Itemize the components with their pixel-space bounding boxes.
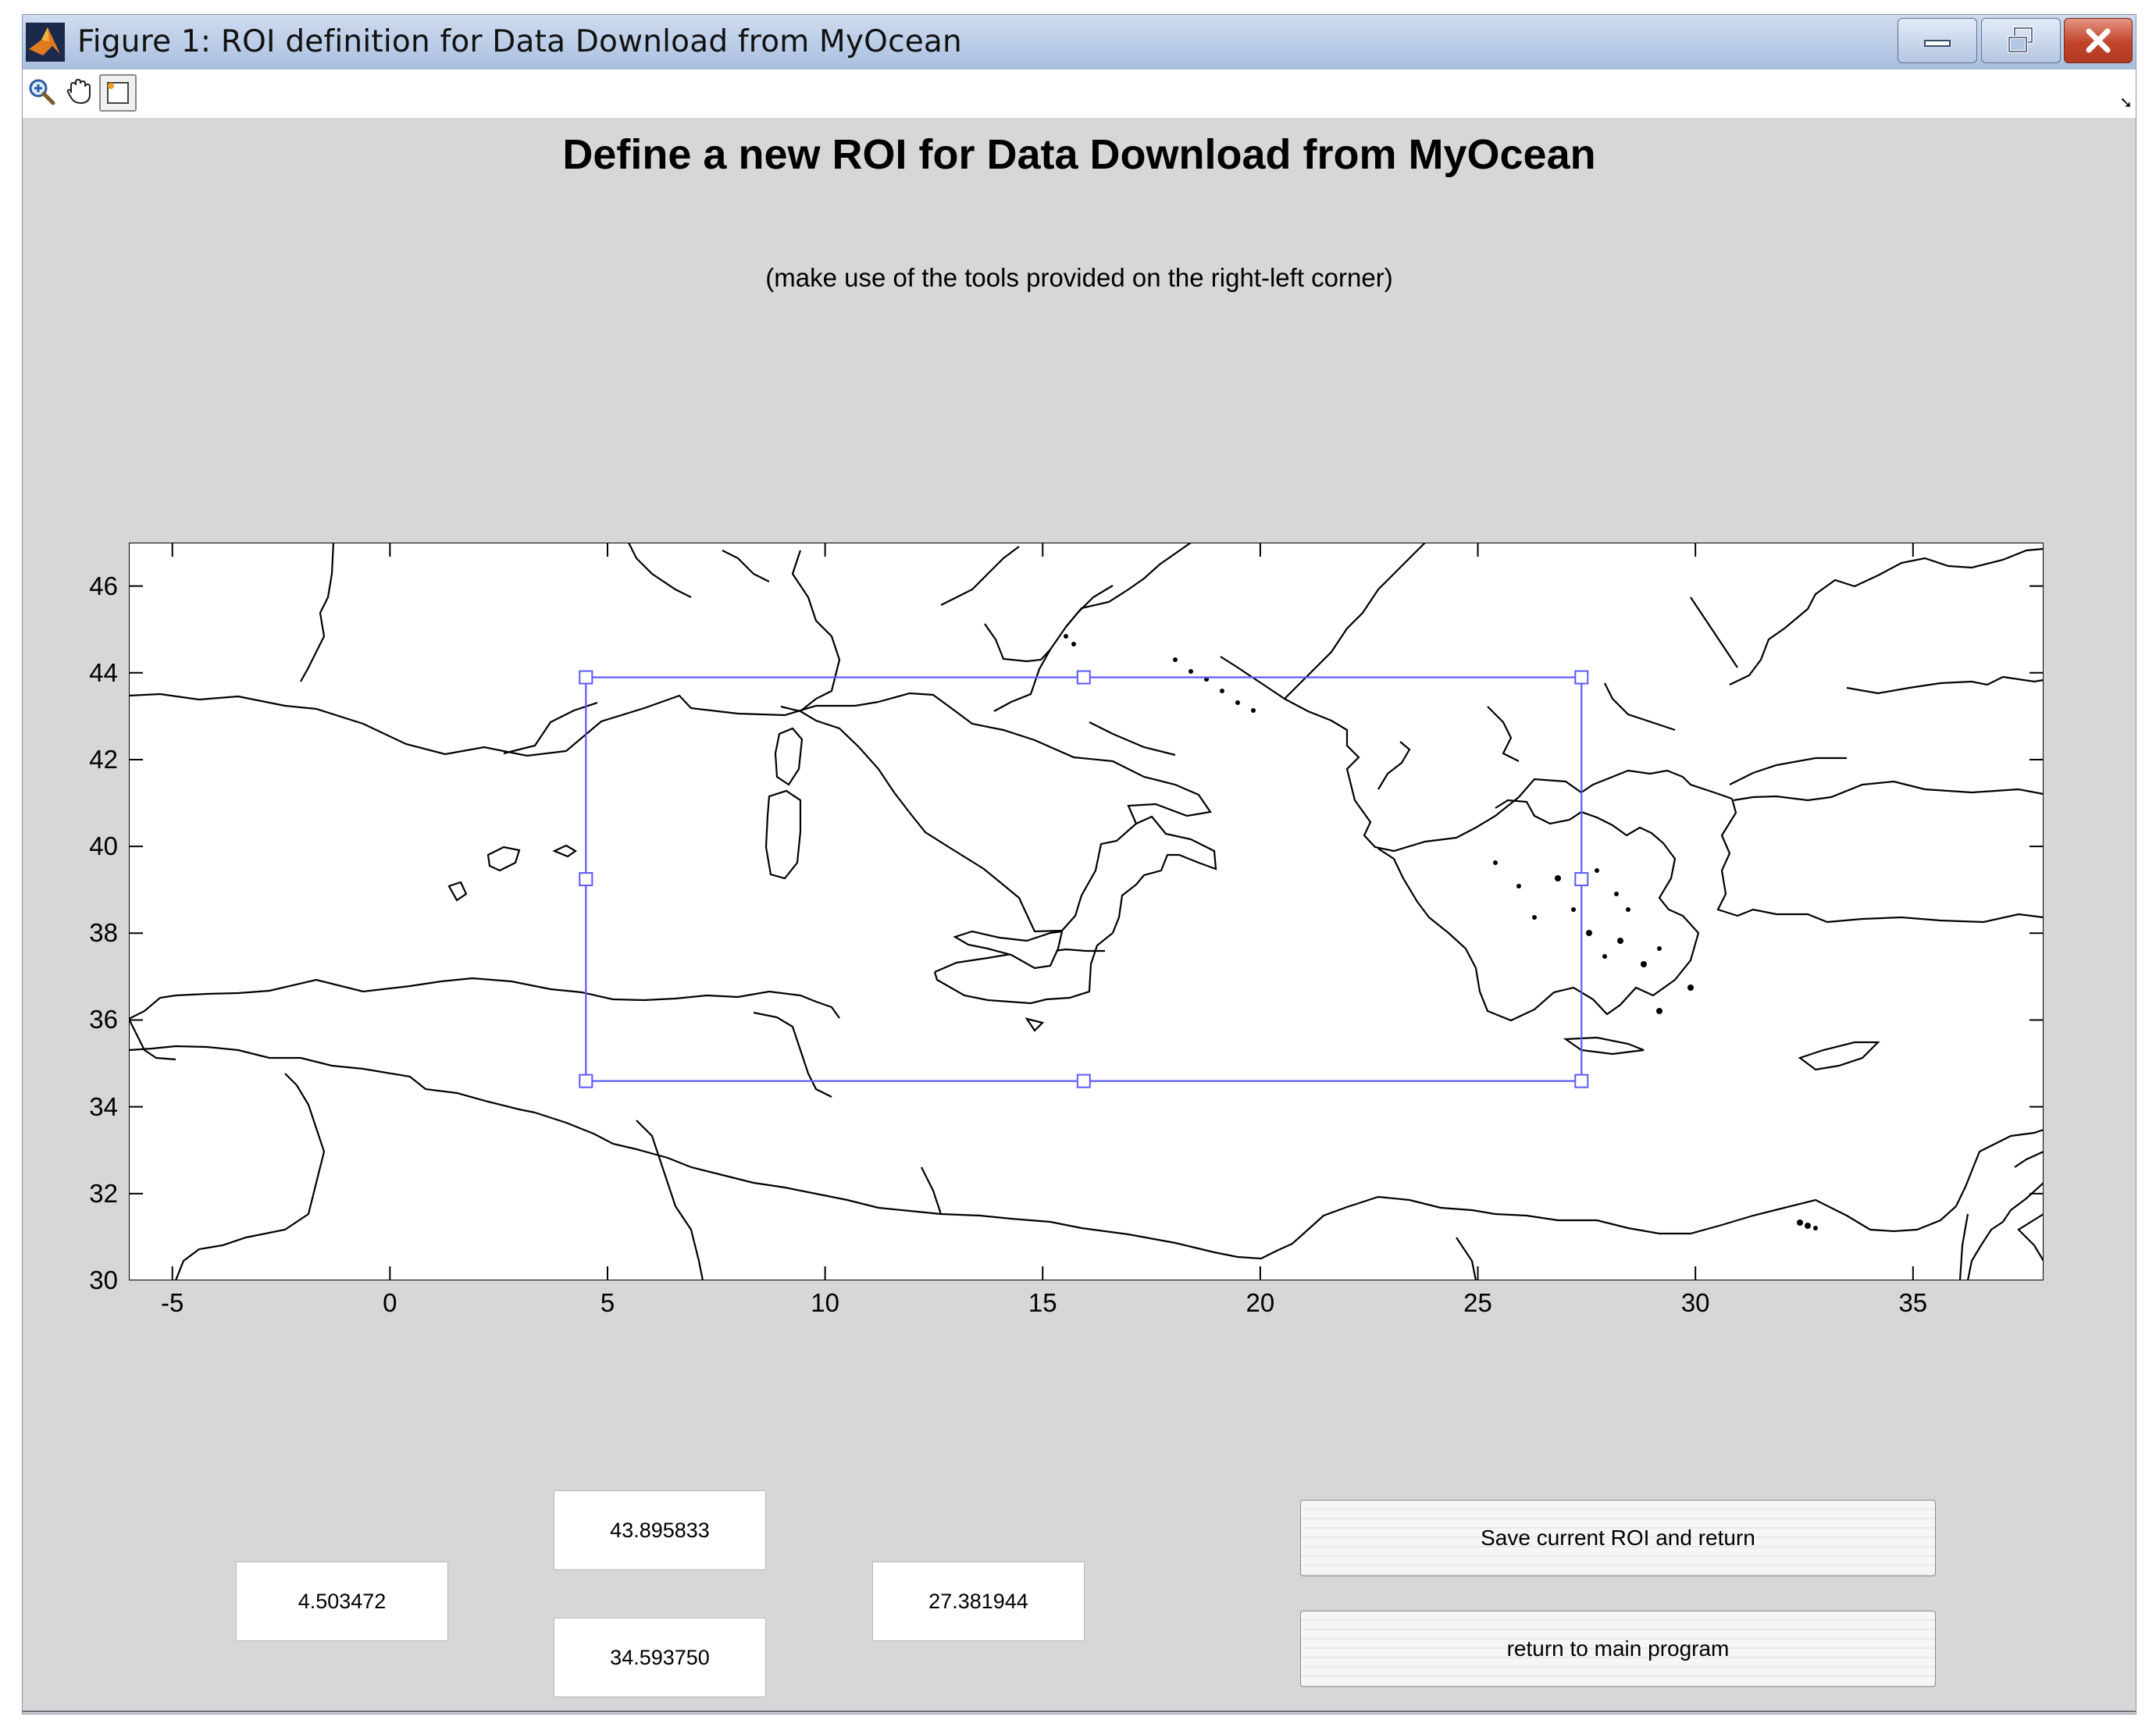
roi-resize-handle[interactable] (1574, 670, 1589, 685)
restore-button[interactable] (1981, 18, 2061, 63)
window-bottom-edge (23, 1711, 2136, 1712)
x-tick-label: 10 (811, 1288, 839, 1317)
y-tick-label: 32 (89, 1178, 118, 1208)
roi-east-field[interactable]: 27.381944 (872, 1561, 1085, 1641)
close-button[interactable] (2064, 18, 2133, 63)
roi-west-field[interactable]: 4.503472 (236, 1561, 448, 1641)
y-tick-label: 38 (89, 918, 118, 948)
x-tick-label: 30 (1680, 1288, 1710, 1317)
x-tick-label: 25 (1463, 1288, 1492, 1317)
roi-select-tool[interactable] (99, 74, 137, 112)
x-tick-label: 5 (600, 1288, 615, 1317)
roi-resize-handle[interactable] (1076, 1074, 1091, 1088)
x-tick-label: 0 (383, 1288, 397, 1317)
figure-window: Figure 1: ROI definition for Data Downlo… (22, 14, 2136, 1714)
y-tick-label: 42 (89, 744, 118, 774)
roi-resize-handle[interactable] (579, 1074, 593, 1088)
figure-toolbar: ➘ (23, 69, 2136, 119)
minimize-button[interactable] (1898, 18, 1977, 63)
roi-resize-handle[interactable] (579, 670, 593, 685)
roi-resize-handle[interactable] (1574, 872, 1589, 887)
pan-icon (66, 78, 91, 105)
x-tick-label: 20 (1245, 1288, 1275, 1317)
title-bar[interactable]: Figure 1: ROI definition for Data Downlo… (23, 15, 2136, 69)
y-tick-label: 44 (89, 657, 118, 687)
zoom-in-tool[interactable] (24, 74, 59, 109)
y-tick-label: 34 (89, 1091, 118, 1121)
pan-tool[interactable] (62, 74, 96, 109)
return-main-button[interactable]: return to main program (1300, 1611, 1936, 1687)
y-tick-label: 40 (89, 831, 118, 861)
y-tick-label: 30 (89, 1266, 118, 1294)
y-tick-label: 46 (89, 571, 118, 600)
roi-resize-handle[interactable] (579, 872, 593, 887)
roi-resize-handle[interactable] (1076, 670, 1091, 685)
y-tick-label: 36 (89, 1005, 118, 1034)
matlab-icon (26, 23, 65, 62)
x-tick-label: -5 (161, 1288, 184, 1317)
roi-south-field[interactable]: 34.593750 (554, 1618, 766, 1697)
toolbar-overflow-icon[interactable]: ➘ (2119, 93, 2133, 112)
page-title: Define a new ROI for Data Download from … (562, 131, 1596, 178)
window-title: Figure 1: ROI definition for Data Downlo… (77, 24, 962, 59)
save-roi-button[interactable]: Save current ROI and return (1300, 1500, 1936, 1576)
roi-resize-handle[interactable] (1574, 1074, 1589, 1088)
roi-select-icon (107, 82, 129, 104)
page-subtitle: (make use of the tools provided on the r… (765, 263, 1393, 292)
map-axes[interactable] (129, 543, 2044, 1280)
x-tick-label: 15 (1028, 1288, 1057, 1317)
minimize-icon (1924, 40, 1951, 47)
x-tick-label: 35 (1898, 1288, 1928, 1317)
roi-north-field[interactable]: 43.895833 (554, 1490, 766, 1570)
zoom-in-icon (29, 79, 55, 105)
close-icon (2086, 28, 2111, 53)
restore-icon (2008, 27, 2033, 53)
